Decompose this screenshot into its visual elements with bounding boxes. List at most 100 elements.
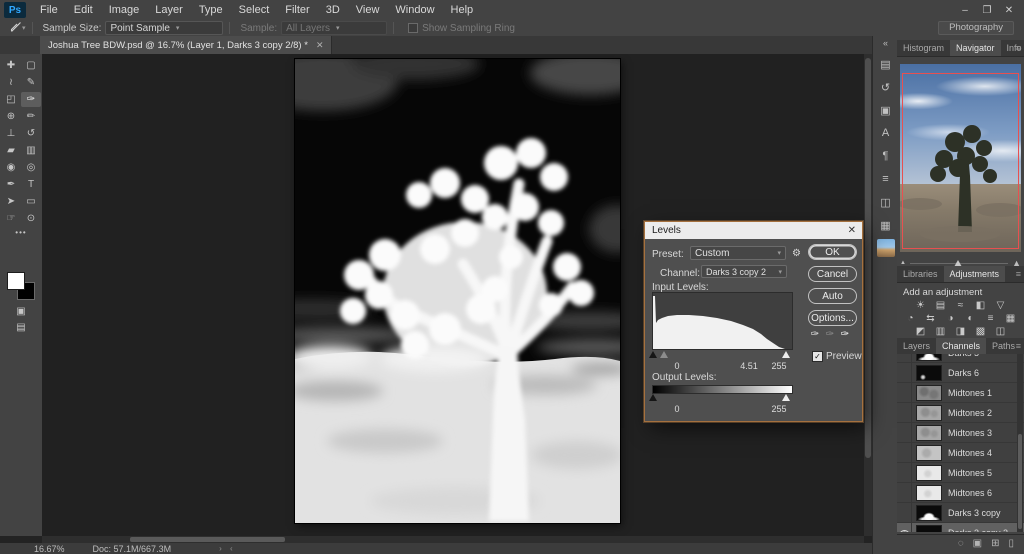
gradient-tool[interactable]: ▥ [21,143,41,158]
output-white-slider[interactable] [782,394,790,401]
dodge-tool[interactable]: ◎ [21,160,41,175]
panel-menu-icon[interactable]: ≡ [1016,338,1021,354]
input-white-slider[interactable] [782,351,790,358]
black-point-eyedropper-icon[interactable]: ✑ [809,328,821,341]
vibrance-icon[interactable]: ▽ [994,300,1007,312]
posterize-icon[interactable]: ▥ [934,326,947,338]
input-black-slider[interactable] [649,351,657,358]
menu-window[interactable]: Window [387,0,442,20]
channel-row[interactable]: Midtones 2 [897,403,1024,423]
preset-options-gear-icon[interactable]: ⚙ [792,248,801,259]
output-black-value[interactable]: 0 [674,404,679,414]
tab-channels[interactable]: Channels [936,338,986,354]
crop-tool[interactable]: ◰ [1,92,21,107]
tab-layers[interactable]: Layers [897,338,936,354]
workspace-switcher-button[interactable]: Photography [938,21,1014,35]
menu-type[interactable]: Type [191,0,231,20]
channel-mixer-icon[interactable]: ≡ [984,313,997,325]
menu-edit[interactable]: Edit [66,0,101,20]
gradient-map-icon[interactable]: ▩ [974,326,987,338]
white-point-eyedropper-icon[interactable]: ✑ [839,328,851,341]
status-options-arrow-icon[interactable]: › ‹ [219,544,236,553]
channel-row[interactable]: Darks 6 [897,363,1024,383]
channel-dropdown[interactable]: Darks 3 copy 2▾ [701,265,787,278]
eyedropper-icon[interactable] [10,21,22,36]
levels-icon[interactable]: ▤ [934,300,947,312]
histogram-icon[interactable] [877,239,895,257]
black-white-icon[interactable]: ◑ [944,313,957,325]
delete-channel-icon[interactable]: ▯ [1008,535,1014,553]
move-tool[interactable]: ✚ [1,58,21,73]
close-button[interactable]: ✕ [998,0,1020,20]
tab-histogram[interactable]: Histogram [897,40,950,56]
input-white-value[interactable]: 255 [771,361,786,371]
channel-row[interactable]: Midtones 5 [897,463,1024,483]
clone-stamp-tool[interactable]: ⊥ [1,126,21,141]
scrollbar-thumb[interactable] [1018,434,1022,529]
channel-list-scrollbar[interactable] [1017,354,1023,532]
quick-selection-tool[interactable]: ✎ [21,75,41,90]
path-selection-tool[interactable]: ➤ [1,194,21,209]
channel-row[interactable]: Darks 3 copy 2 [897,523,1024,532]
zoom-level-field[interactable]: 16.67% [34,544,65,554]
spot-healing-tool[interactable]: ⊕ [1,109,21,124]
new-channel-icon[interactable]: ⊞ [991,535,999,553]
visibility-toggle[interactable] [897,383,912,402]
menu-help[interactable]: Help [443,0,482,20]
eraser-tool[interactable]: ▰ [1,143,21,158]
info-panel-icon[interactable]: ▦ [877,216,895,234]
sample-dropdown[interactable]: All Layers▾ [281,21,387,35]
visibility-eye-icon[interactable] [897,523,912,532]
tab-libraries[interactable]: Libraries [897,266,944,282]
collapse-dock-icon[interactable]: « [873,36,898,50]
photo-filter-icon[interactable]: ◐ [964,313,977,325]
color-balance-icon[interactable]: ⇆ [924,313,937,325]
zoom-tool[interactable]: ⊙ [21,211,41,226]
navigator-preview[interactable] [900,64,1021,252]
channel-row[interactable]: Midtones 3 [897,423,1024,443]
canvas-horizontal-scrollbar[interactable] [42,536,864,543]
menu-file[interactable]: File [32,0,66,20]
dialog-close-icon[interactable]: ✕ [848,222,856,239]
character-icon[interactable]: A [877,124,895,142]
sample-size-dropdown[interactable]: Point Sample▾ [105,21,223,35]
tab-navigator[interactable]: Navigator [950,40,1001,56]
show-sampling-ring-checkbox[interactable] [408,23,418,33]
brightness-contrast-icon[interactable]: ☀ [914,300,927,312]
zoom-slider-track[interactable] [910,263,1008,264]
quick-mask-icon[interactable]: ▣ [16,306,25,317]
visibility-toggle[interactable] [897,423,912,442]
blur-tool[interactable]: ◉ [1,160,21,175]
more-tools-icon[interactable]: ••• [0,228,42,237]
menu-filter[interactable]: Filter [277,0,317,20]
canvas-vertical-scrollbar[interactable] [864,54,872,536]
type-tool[interactable]: T [21,177,41,192]
channel-row[interactable]: Midtones 1 [897,383,1024,403]
brush-tool[interactable]: ✏ [21,109,41,124]
channel-row[interactable]: Darks 3 copy [897,503,1024,523]
curves-icon[interactable]: ≈ [954,300,967,312]
lasso-tool[interactable]: ≀ [1,75,21,90]
minimize-button[interactable]: – [954,0,976,20]
menu-3d[interactable]: 3D [318,0,348,20]
document-image[interactable] [295,59,620,523]
panel-menu-icon[interactable]: ≡ [1016,40,1021,56]
save-selection-icon[interactable]: ▣ [973,535,982,553]
scrollbar-thumb[interactable] [130,537,285,542]
hue-saturation-icon[interactable]: ◔ [904,313,917,325]
preset-dropdown[interactable]: Custom▾ [690,246,786,260]
tab-close-icon[interactable]: ✕ [316,40,324,51]
preview-checkbox[interactable]: ✓ [812,351,823,362]
color-lookup-icon[interactable]: ▦ [1004,313,1017,325]
visibility-toggle[interactable] [897,403,912,422]
maximize-button[interactable]: ❐ [976,0,998,20]
menu-view[interactable]: View [348,0,388,20]
output-black-slider[interactable] [649,394,657,401]
visibility-toggle[interactable] [897,463,912,482]
hand-tool[interactable]: ☞ [1,211,21,226]
output-white-value[interactable]: 255 [771,404,786,414]
foreground-color-swatch[interactable] [7,272,25,290]
selective-color-icon[interactable]: ◫ [994,326,1007,338]
gray-point-eyedropper-icon[interactable]: ✑ [824,328,836,341]
menu-layer[interactable]: Layer [147,0,191,20]
